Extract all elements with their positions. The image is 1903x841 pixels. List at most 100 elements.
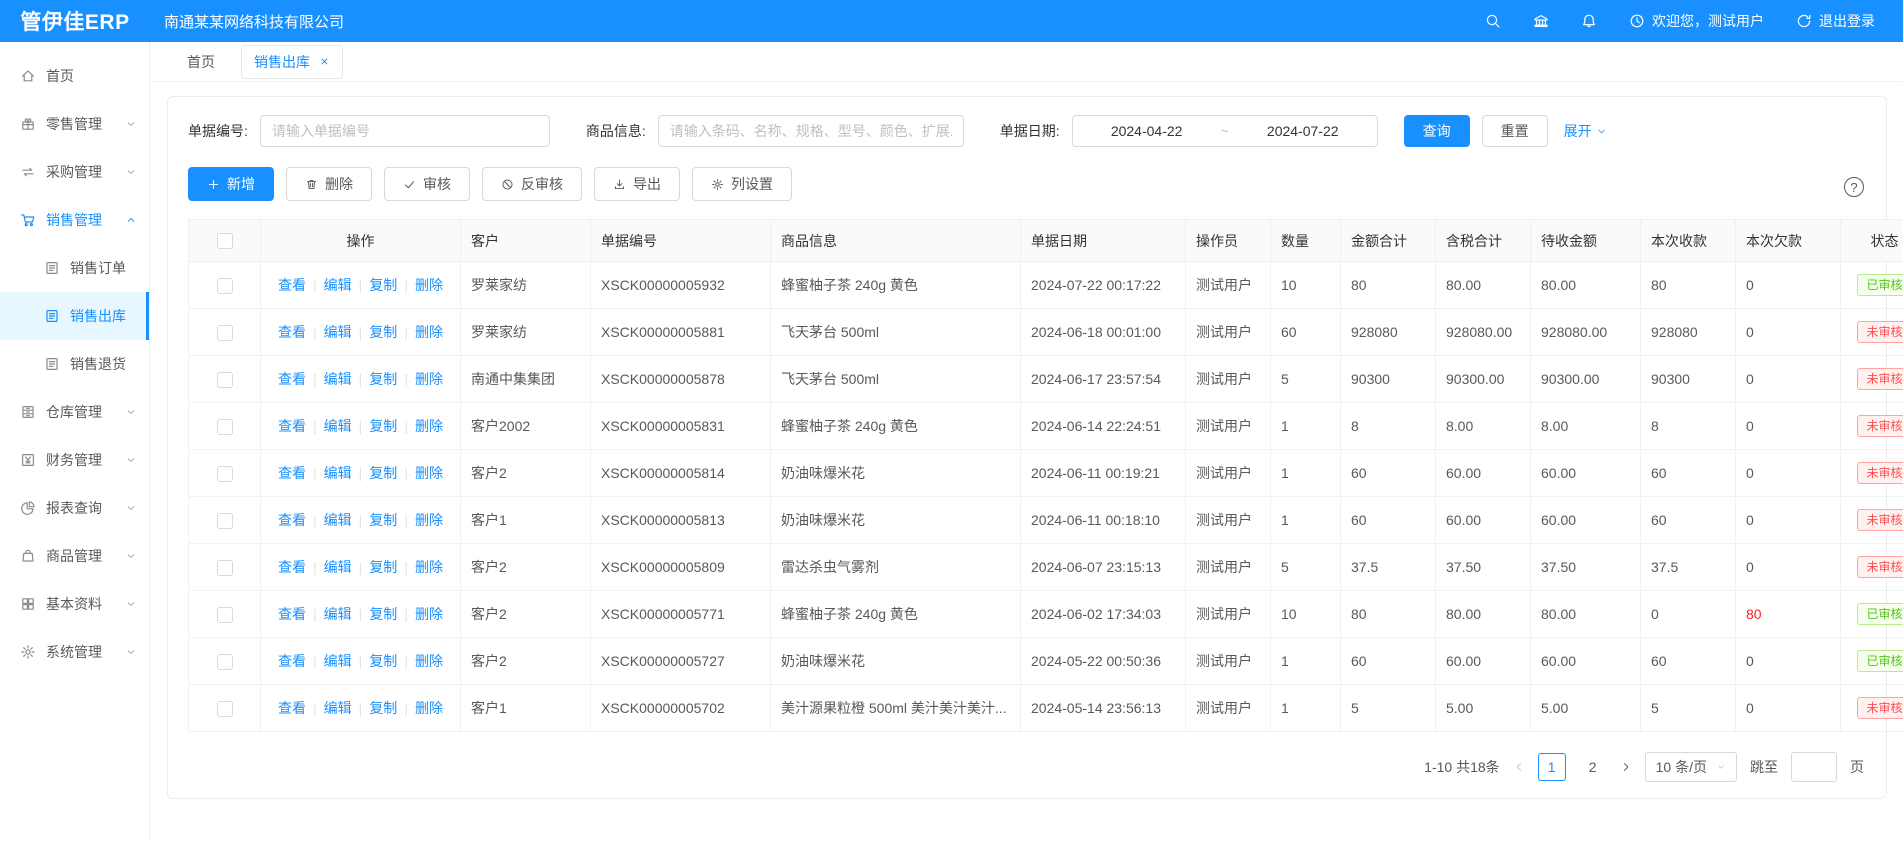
date-end[interactable]: 2024-07-22 [1267,123,1339,139]
row-action-copy[interactable]: 复制 [369,465,397,481]
row-checkbox[interactable] [217,419,233,435]
sidebar-item-basedata[interactable]: 基本资料 [0,580,149,628]
search-icon[interactable] [1485,13,1501,29]
row-checkbox[interactable] [217,466,233,482]
unaudit-button[interactable]: 反审核 [482,167,582,201]
bell-icon[interactable] [1581,13,1597,29]
page-button-1[interactable]: 1 [1538,753,1566,781]
expand-link[interactable]: 展开 [1564,121,1607,141]
row-action-copy[interactable]: 复制 [369,371,397,387]
next-page-icon[interactable] [1620,761,1632,773]
row-action-edit[interactable]: 编辑 [324,559,352,575]
row-action-view[interactable]: 查看 [278,559,306,575]
cell-received: 80 [1641,262,1736,309]
row-action-view[interactable]: 查看 [278,324,306,340]
sidebar-item-warehouse[interactable]: 仓库管理 [0,388,149,436]
audit-button[interactable]: 审核 [384,167,470,201]
row-checkbox[interactable] [217,701,233,717]
row-action-edit[interactable]: 编辑 [324,512,352,528]
delete-button[interactable]: 删除 [286,167,372,201]
row-action-delete[interactable]: 删除 [415,277,443,293]
row-action-edit[interactable]: 编辑 [324,700,352,716]
row-action-delete[interactable]: 删除 [415,465,443,481]
row-action-edit[interactable]: 编辑 [324,324,352,340]
row-action-view[interactable]: 查看 [278,512,306,528]
chevron-down-icon [125,454,137,466]
row-checkbox[interactable] [217,560,233,576]
sidebar-item-sales-order[interactable]: 销售订单 [0,244,149,292]
prev-page-icon[interactable] [1513,761,1525,773]
row-checkbox[interactable] [217,372,233,388]
row-action-copy[interactable]: 复制 [369,653,397,669]
row-action-view[interactable]: 查看 [278,277,306,293]
sidebar-item-sales-outbound[interactable]: 销售出库 [0,292,149,340]
row-action-delete[interactable]: 删除 [415,559,443,575]
row-action-view[interactable]: 查看 [278,371,306,387]
row-action-view[interactable]: 查看 [278,418,306,434]
row-action-delete[interactable]: 删除 [415,371,443,387]
tab-sales-outbound[interactable]: 销售出库 [241,45,343,79]
sidebar-item-product[interactable]: 商品管理 [0,532,149,580]
export-button[interactable]: 导出 [594,167,680,201]
row-action-edit[interactable]: 编辑 [324,277,352,293]
add-button[interactable]: 新增 [188,167,274,201]
button-label: 反审核 [521,174,563,194]
row-action-delete[interactable]: 删除 [415,606,443,622]
search-button[interactable]: 查询 [1404,115,1470,147]
date-range-picker[interactable]: 2024-04-22 ~ 2024-07-22 [1072,115,1378,147]
row-checkbox[interactable] [217,607,233,623]
row-action-edit[interactable]: 编辑 [324,653,352,669]
select-all-checkbox[interactable] [217,233,233,249]
tab-home[interactable]: 首页 [175,46,227,78]
row-checkbox[interactable] [217,513,233,529]
row-action-delete[interactable]: 删除 [415,324,443,340]
page-button-2[interactable]: 2 [1579,753,1607,781]
sidebar-item-sales[interactable]: 销售管理 [0,196,149,244]
doc-no-input[interactable] [260,115,550,147]
cell-owed: 0 [1736,309,1841,356]
row-action-edit[interactable]: 编辑 [324,465,352,481]
reset-button[interactable]: 重置 [1482,115,1548,147]
sidebar-item-home[interactable]: 首页 [0,52,149,100]
sidebar-item-finance[interactable]: 财务管理 [0,436,149,484]
row-action-view[interactable]: 查看 [278,606,306,622]
row-action-edit[interactable]: 编辑 [324,371,352,387]
sidebar-item-retail[interactable]: 零售管理 [0,100,149,148]
row-checkbox[interactable] [217,278,233,294]
row-action-delete[interactable]: 删除 [415,512,443,528]
row-action-delete[interactable]: 删除 [415,418,443,434]
row-action-view[interactable]: 查看 [278,700,306,716]
row-checkbox[interactable] [217,654,233,670]
row-action-copy[interactable]: 复制 [369,700,397,716]
page-size-select[interactable]: 10 条/页 [1645,752,1737,782]
row-action-delete[interactable]: 删除 [415,700,443,716]
help-button[interactable]: ? [1844,177,1864,197]
row-action-copy[interactable]: 复制 [369,512,397,528]
row-action-copy[interactable]: 复制 [369,277,397,293]
row-action-view[interactable]: 查看 [278,465,306,481]
row-action-edit[interactable]: 编辑 [324,418,352,434]
row-checkbox[interactable] [217,325,233,341]
product-input[interactable] [658,115,964,147]
button-label: 导出 [633,174,661,194]
column-settings-button[interactable]: 列设置 [692,167,792,201]
row-action-copy[interactable]: 复制 [369,606,397,622]
sidebar-item-report[interactable]: 报表查询 [0,484,149,532]
welcome-user[interactable]: 欢迎您，测试用户 [1629,11,1764,31]
sidebar-item-sales-return[interactable]: 销售退货 [0,340,149,388]
row-action-copy[interactable]: 复制 [369,559,397,575]
logout-button[interactable]: 退出登录 [1796,11,1875,31]
bank-icon[interactable] [1533,13,1549,29]
cell-amount: 80 [1341,262,1436,309]
close-icon[interactable] [319,56,330,67]
row-action-copy[interactable]: 复制 [369,324,397,340]
row-action-delete[interactable]: 删除 [415,653,443,669]
sidebar-item-purchase[interactable]: 采购管理 [0,148,149,196]
row-action-edit[interactable]: 编辑 [324,606,352,622]
jump-page-input[interactable] [1791,752,1837,782]
button-label: 审核 [423,174,451,194]
sidebar-item-system[interactable]: 系统管理 [0,628,149,676]
row-action-view[interactable]: 查看 [278,653,306,669]
date-start[interactable]: 2024-04-22 [1111,123,1183,139]
row-action-copy[interactable]: 复制 [369,418,397,434]
